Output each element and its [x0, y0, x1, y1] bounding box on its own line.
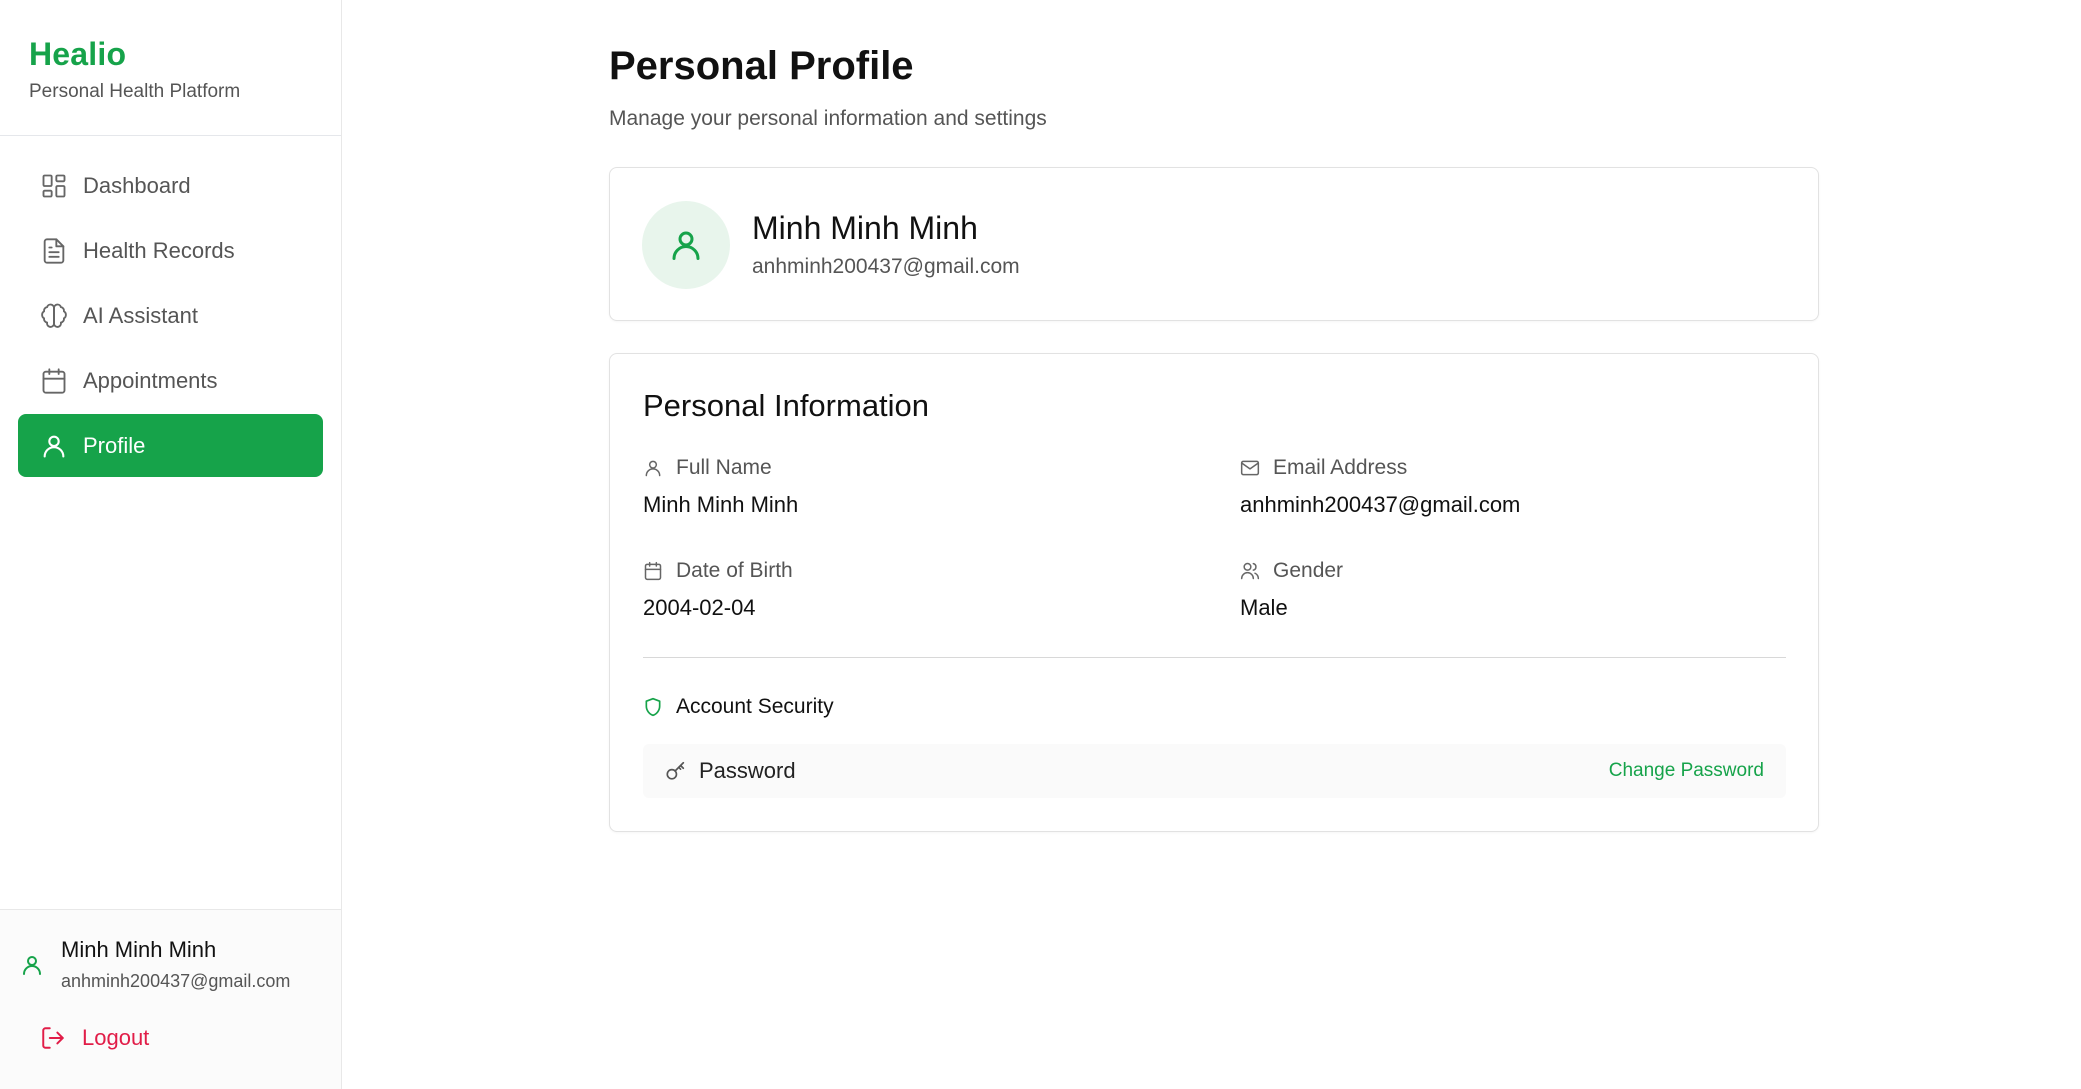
field-label-text: Full Name [676, 456, 772, 479]
calendar-icon [643, 561, 663, 581]
password-label: Password [699, 758, 796, 783]
sidebar-user-panel: Minh Minh Minh anhminh200437@gmail.com L… [0, 909, 341, 1089]
sidebar-item-profile[interactable]: Profile [18, 414, 323, 477]
section-title: Personal Information [643, 388, 930, 423]
personal-information-card: Personal Information Full Name Minh Minh… [609, 353, 1819, 832]
file-icon [40, 237, 68, 265]
dob-value: 2004-02-04 [643, 595, 756, 620]
shield-icon [643, 696, 663, 718]
current-user: Minh Minh Minh anhminh200437@gmail.com [0, 910, 341, 992]
mail-icon [1240, 458, 1260, 478]
email-value: anhminh200437@gmail.com [1240, 492, 1521, 517]
password-row: Password Change Password [643, 744, 1786, 798]
dashboard-icon [40, 172, 68, 200]
avatar [642, 201, 730, 289]
field-label-dob: Date of Birth [643, 559, 793, 583]
field-email: Email Address anhminh200437@gmail.com [1240, 456, 1520, 518]
sidebar-item-label: AI Assistant [83, 302, 198, 328]
profile-email: anhminh200437@gmail.com [752, 255, 1020, 278]
sidebar-item-dashboard[interactable]: Dashboard [18, 154, 323, 217]
sidebar-item-label: Profile [83, 432, 146, 458]
key-icon [665, 760, 687, 782]
page-title: Personal Profile [609, 44, 914, 88]
brand-subtitle: Personal Health Platform [29, 81, 241, 102]
sidebar-item-ai-assistant[interactable]: AI Assistant [18, 284, 323, 347]
sidebar-item-label: Health Records [83, 237, 235, 263]
sidebar-nav: Dashboard Health Records AI Assistant Ap… [0, 136, 341, 477]
user-icon [40, 432, 68, 460]
page-subtitle: Manage your personal information and set… [609, 107, 1047, 130]
calendar-icon [40, 367, 68, 395]
logout-button[interactable]: Logout [0, 1025, 341, 1051]
field-gender: Gender Male [1240, 559, 1343, 621]
user-icon [672, 231, 700, 260]
section-divider [643, 657, 1786, 658]
logout-label: Logout [82, 1025, 150, 1050]
user-icon [643, 458, 663, 478]
profile-name: Minh Minh Minh [752, 210, 978, 246]
change-password-button[interactable]: Change Password [1609, 760, 1764, 782]
sidebar-item-appointments[interactable]: Appointments [18, 349, 323, 412]
users-icon [1240, 561, 1260, 581]
full-name-value: Minh Minh Minh [643, 492, 799, 517]
sidebar-item-label: Dashboard [83, 172, 191, 198]
field-label-full-name: Full Name [643, 456, 798, 480]
brand-header: Healio Personal Health Platform [0, 0, 341, 136]
sidebar: Healio Personal Health Platform Dashboar… [0, 0, 342, 1089]
brand-name[interactable]: Healio [29, 36, 341, 73]
user-icon [20, 953, 44, 977]
field-label-email: Email Address [1240, 456, 1520, 480]
sidebar-item-label: Appointments [83, 367, 218, 393]
account-security-heading: Account Security [643, 695, 834, 719]
brain-icon [40, 302, 68, 330]
current-user-details: Minh Minh Minh anhminh200437@gmail.com [61, 937, 290, 992]
gender-value: Male [1240, 595, 1288, 620]
field-label-gender: Gender [1240, 559, 1343, 583]
field-label-text: Gender [1273, 559, 1344, 582]
current-user-name: Minh Minh Minh [61, 937, 217, 962]
current-user-email: anhminh200437@gmail.com [61, 971, 291, 991]
field-label-text: Email Address [1273, 456, 1408, 479]
password-label-group: Password [665, 758, 796, 784]
field-label-text: Date of Birth [676, 559, 793, 582]
field-full-name: Full Name Minh Minh Minh [643, 456, 798, 518]
field-date-of-birth: Date of Birth 2004-02-04 [643, 559, 793, 621]
sidebar-item-health-records[interactable]: Health Records [18, 219, 323, 282]
account-security-label: Account Security [676, 695, 834, 718]
profile-summary-card: Minh Minh Minh anhminh200437@gmail.com [609, 167, 1819, 321]
logout-icon [40, 1025, 66, 1051]
